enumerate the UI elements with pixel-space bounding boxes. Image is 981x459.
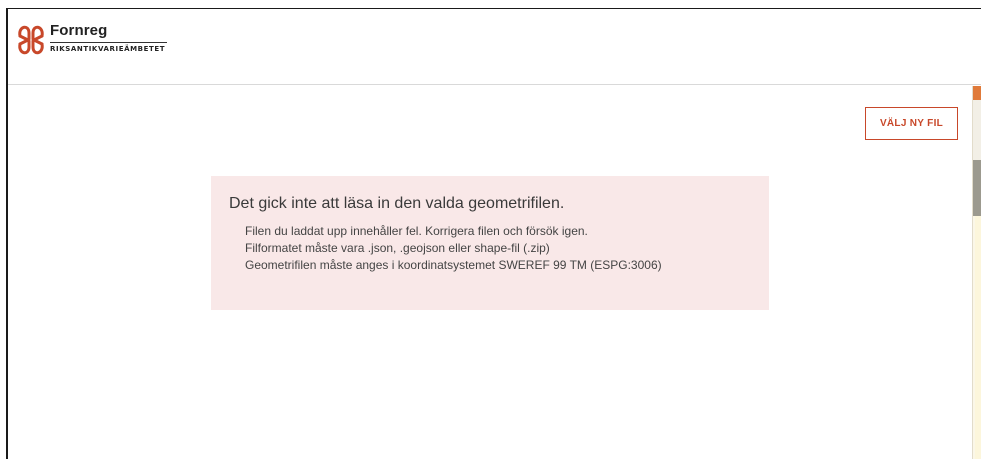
main-content: VÄLJ NY FIL Det gick inte att läsa in de… <box>8 86 981 459</box>
map-panel-edge[interactable] <box>972 86 981 459</box>
error-title: Det gick inte att läsa in den valda geom… <box>229 195 565 212</box>
error-detail-item: Filformatet måste vara .json, .geojson e… <box>245 241 550 255</box>
logo[interactable]: Fornreg RIKSANTIKVARIEÄMBETET <box>16 22 167 58</box>
logo-subtitle: RIKSANTIKVARIEÄMBETET <box>50 45 166 53</box>
error-details-list: Filen du laddat upp innehåller fel. Korr… <box>229 223 751 274</box>
logo-divider <box>50 42 167 43</box>
error-message-box: Det gick inte att läsa in den valda geom… <box>211 176 769 310</box>
logo-title: Fornreg <box>50 22 108 39</box>
header: Fornreg RIKSANTIKVARIEÄMBETET <box>8 9 981 85</box>
riksantikvarieambetet-knot-icon <box>18 25 44 55</box>
app-window: Fornreg RIKSANTIKVARIEÄMBETET VÄLJ NY FI… <box>6 8 981 459</box>
choose-new-file-button[interactable]: VÄLJ NY FIL <box>865 107 958 140</box>
error-detail-item: Geometrifilen måste anges i koordinatsys… <box>245 258 662 272</box>
error-detail-item: Filen du laddat upp innehåller fel. Korr… <box>245 224 588 238</box>
